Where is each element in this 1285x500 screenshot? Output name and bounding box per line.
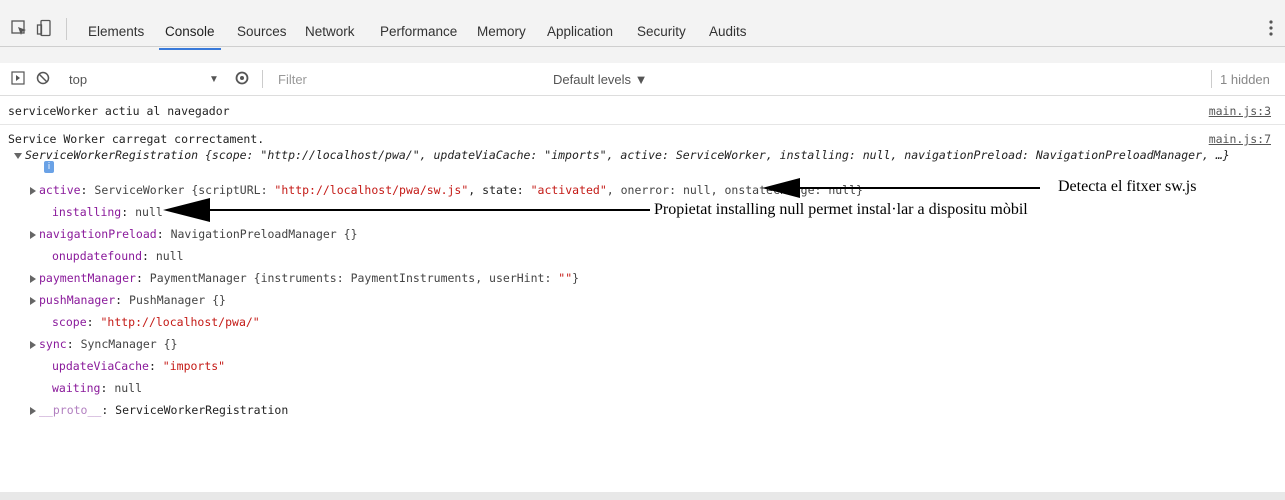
expand-triangle-icon[interactable]: [30, 296, 36, 305]
tab-sources[interactable]: Sources: [237, 24, 287, 39]
expand-triangle-icon[interactable]: [30, 186, 36, 195]
prop-active[interactable]: active: ServiceWorker {scriptURL: "http:…: [30, 183, 863, 197]
context-dropdown-icon[interactable]: ▼: [209, 74, 219, 85]
prop-navigation-preload[interactable]: navigationPreload: NavigationPreloadMana…: [30, 227, 358, 241]
prop-update-via-cache: updateViaCache: "imports": [52, 359, 226, 373]
tab-security[interactable]: Security: [637, 24, 686, 39]
devtools-toolbar: Elements Console Sources Network Perform…: [0, 0, 1285, 64]
collapse-triangle-icon[interactable]: [14, 152, 22, 159]
info-icon[interactable]: i: [44, 161, 54, 173]
expand-triangle-icon[interactable]: [30, 406, 36, 415]
message-text: Service Worker carregat correctament.: [8, 132, 265, 146]
prop-sync[interactable]: sync: SyncManager {}: [30, 337, 178, 351]
tab-elements[interactable]: Elements: [88, 24, 144, 39]
toolbar-separator: [66, 18, 67, 40]
log-levels-dropdown[interactable]: Default levels ▼: [553, 72, 648, 87]
context-selector[interactable]: top: [69, 72, 87, 87]
tab-network[interactable]: Network: [305, 24, 355, 39]
device-toggle-icon[interactable]: [36, 19, 54, 37]
console-message: serviceWorker actiu al navegador main.js…: [0, 96, 1285, 125]
registration-summary[interactable]: ServiceWorkerRegistration {scope: "http:…: [14, 148, 1230, 162]
annotation-sw: Detecta el fitxer sw.js: [1058, 178, 1197, 195]
tab-application[interactable]: Application: [547, 24, 613, 39]
expand-triangle-icon[interactable]: [30, 230, 36, 239]
console-filter-bar: top ▼ Filter Default levels ▼ 1 hidden: [0, 63, 1285, 96]
tab-audits[interactable]: Audits: [709, 24, 747, 39]
filter-input[interactable]: Filter: [278, 72, 307, 87]
sidebar-toggle-icon[interactable]: [11, 71, 25, 85]
message-text: serviceWorker actiu al navegador: [8, 104, 230, 118]
prop-onupdatefound: onupdatefound: null: [52, 249, 184, 263]
source-link[interactable]: main.js:3: [1209, 104, 1271, 118]
tab-memory[interactable]: Memory: [477, 24, 526, 39]
prop-proto[interactable]: __proto__: ServiceWorkerRegistration: [30, 403, 288, 417]
bottom-bar: [0, 492, 1285, 500]
clear-console-icon[interactable]: [36, 71, 50, 85]
filter-separator-right: [1211, 70, 1212, 88]
prop-installing: installing: null: [52, 205, 163, 219]
annotation-installing: Propietat installing null permet instal·…: [654, 201, 1028, 218]
tab-performance[interactable]: Performance: [380, 24, 457, 39]
more-options-icon[interactable]: [1269, 20, 1273, 36]
prop-push-manager[interactable]: pushManager: PushManager {}: [30, 293, 226, 307]
hidden-count: 1 hidden: [1220, 72, 1270, 87]
tab-console[interactable]: Console: [159, 24, 221, 50]
prop-waiting: waiting: null: [52, 381, 143, 395]
expand-triangle-icon[interactable]: [30, 274, 36, 283]
inspect-element-icon[interactable]: [10, 19, 28, 37]
expand-triangle-icon[interactable]: [30, 340, 36, 349]
source-link[interactable]: main.js:7: [1209, 132, 1271, 146]
filter-separator: [262, 70, 263, 88]
prop-payment-manager[interactable]: paymentManager: PaymentManager {instrume…: [30, 271, 579, 285]
eye-icon[interactable]: [235, 71, 249, 85]
prop-scope: scope: "http://localhost/pwa/": [52, 315, 260, 329]
